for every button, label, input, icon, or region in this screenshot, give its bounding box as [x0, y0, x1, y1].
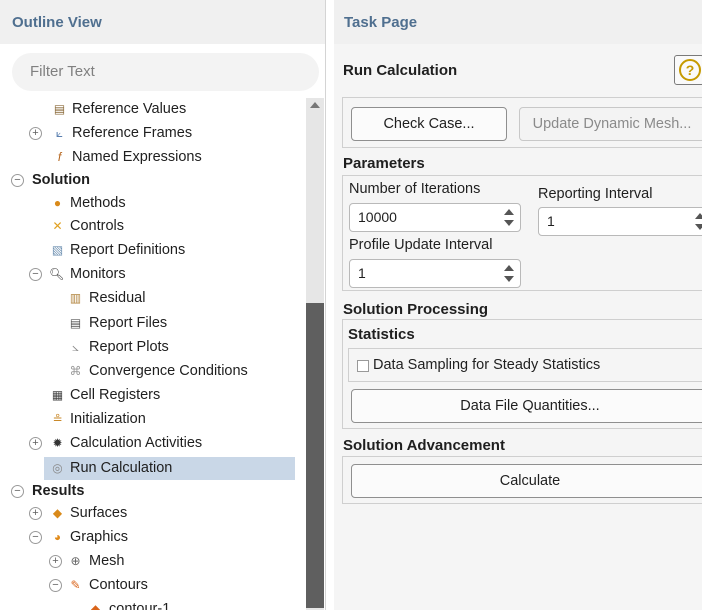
- surfaces-icon: ◆: [52, 506, 63, 520]
- collapse-icon[interactable]: −: [11, 485, 24, 498]
- report-definitions-icon: ▧: [51, 243, 64, 257]
- initialization-icon: ≗: [52, 412, 63, 426]
- collapse-icon[interactable]: −: [49, 579, 62, 592]
- data-sampling-checkbox[interactable]: [357, 360, 369, 372]
- scroll-up-arrow-icon[interactable]: [310, 102, 320, 108]
- calculation-activities-icon: ✹: [52, 436, 63, 450]
- tree-item-solution[interactable]: − Solution: [0, 169, 296, 192]
- outline-scrollbar[interactable]: [306, 98, 324, 610]
- collapse-icon[interactable]: −: [29, 268, 42, 281]
- run-calculation-title: Run Calculation: [343, 62, 458, 79]
- expand-icon[interactable]: +: [29, 437, 42, 450]
- solution-processing-title: Solution Processing: [343, 301, 489, 318]
- spinner-arrows-icon[interactable]: [504, 264, 514, 284]
- mesh-icon: ⊕: [70, 554, 81, 568]
- tree-item-reference-values[interactable]: ▤ Reference Values: [0, 98, 296, 121]
- tree-item-report-files[interactable]: ▤ Report Files: [0, 312, 296, 335]
- check-case-button[interactable]: Check Case...: [351, 107, 507, 141]
- monitors-icon: 🔍︎: [49, 267, 65, 281]
- tree-item-convergence-conditions[interactable]: ⌘ Convergence Conditions: [0, 360, 296, 383]
- collapse-icon[interactable]: −: [11, 174, 24, 187]
- data-sampling-label: Data Sampling for Steady Statistics: [373, 357, 601, 373]
- tree-item-controls[interactable]: ✕ Controls: [0, 215, 296, 238]
- tree-item-surfaces[interactable]: + ◆ Surfaces: [0, 502, 296, 525]
- outline-view-title: Outline View: [0, 0, 325, 44]
- residual-icon: ▥: [69, 291, 82, 305]
- report-files-icon: ▤: [69, 316, 82, 330]
- report-plots-icon: ⦣: [72, 340, 79, 354]
- tree-item-initialization[interactable]: ≗ Initialization: [0, 408, 296, 431]
- iterations-label: Number of Iterations: [349, 181, 481, 197]
- solution-processing-group: Statistics Data Sampling for Steady Stat…: [342, 319, 702, 429]
- graphics-icon: ◕: [53, 530, 62, 544]
- filter-text-input[interactable]: Filter Text: [12, 53, 319, 91]
- calculate-button[interactable]: Calculate: [351, 464, 702, 498]
- statistics-group: Data Sampling for Steady Statistics: [348, 348, 702, 382]
- expand-icon[interactable]: +: [29, 507, 42, 520]
- tree-item-results[interactable]: − Results: [0, 480, 296, 503]
- spinner-arrows-icon[interactable]: [504, 208, 514, 228]
- cell-registers-icon: ▦: [51, 388, 64, 402]
- tree-item-residual[interactable]: ▥ Residual: [0, 287, 296, 310]
- parameters-title: Parameters: [343, 155, 425, 172]
- convergence-icon: ⌘: [69, 364, 82, 378]
- tree-item-reference-frames[interactable]: + ⟀ Reference Frames: [0, 122, 296, 145]
- check-case-group: Check Case... Update Dynamic Mesh...: [342, 97, 702, 148]
- outline-view-panel: Outline View Filter Text ▤ Reference Val…: [0, 0, 326, 610]
- named-expressions-icon: f: [57, 150, 62, 164]
- task-page-panel: Task Page Run Calculation ? Check Case..…: [334, 0, 702, 610]
- tree-item-report-definitions[interactable]: ▧ Report Definitions: [0, 239, 296, 262]
- task-page-title: Task Page: [334, 0, 702, 44]
- run-calculation-icon: ◎: [52, 461, 63, 475]
- profile-update-interval-input[interactable]: 1: [349, 259, 521, 288]
- iterations-input[interactable]: 10000: [349, 203, 521, 232]
- reporting-interval-label: Reporting Interval: [538, 186, 653, 202]
- tree-item-monitors[interactable]: − 🔍︎ Monitors: [0, 263, 296, 286]
- help-button[interactable]: ?: [674, 55, 702, 85]
- expand-icon[interactable]: +: [29, 127, 42, 140]
- tree-item-contour-1[interactable]: ◆ contour-1: [0, 598, 296, 610]
- reference-values-icon: ▤: [53, 102, 66, 116]
- expand-icon[interactable]: +: [49, 555, 62, 568]
- data-file-quantities-button[interactable]: Data File Quantities...: [351, 389, 702, 423]
- contours-icon: ✎: [70, 578, 81, 592]
- contour-item-icon: ◆: [90, 602, 101, 610]
- tree-item-named-expressions[interactable]: f Named Expressions: [0, 146, 296, 169]
- methods-icon: ●: [53, 196, 62, 210]
- collapse-icon[interactable]: −: [29, 531, 42, 544]
- reference-frames-icon: ⟀: [55, 126, 64, 140]
- solution-advancement-title: Solution Advancement: [343, 437, 505, 454]
- scrollbar-thumb[interactable]: [306, 303, 324, 608]
- tree-item-methods[interactable]: ● Methods: [0, 192, 296, 215]
- help-icon: ?: [679, 59, 701, 81]
- profile-update-interval-label: Profile Update Interval: [349, 237, 493, 253]
- tree-item-cell-registers[interactable]: ▦ Cell Registers: [0, 384, 296, 407]
- tree-item-contours[interactable]: − ✎ Contours: [0, 574, 296, 597]
- statistics-title: Statistics: [348, 326, 415, 343]
- tree-item-run-calculation[interactable]: ◎ Run Calculation: [44, 457, 295, 480]
- tree-item-mesh[interactable]: + ⊕ Mesh: [0, 550, 296, 573]
- parameters-group: Number of Iterations 10000 Reporting Int…: [342, 175, 702, 291]
- reporting-interval-input[interactable]: 1: [538, 207, 702, 236]
- tree-item-report-plots[interactable]: ⦣ Report Plots: [0, 336, 296, 359]
- tree-item-graphics[interactable]: − ◕ Graphics: [0, 526, 296, 549]
- spinner-arrows-icon[interactable]: [695, 212, 702, 232]
- solution-advancement-group: Calculate: [342, 456, 702, 504]
- controls-icon: ✕: [52, 219, 63, 233]
- update-dynamic-mesh-button[interactable]: Update Dynamic Mesh...: [519, 107, 702, 141]
- tree-item-calculation-activities[interactable]: + ✹ Calculation Activities: [0, 432, 296, 455]
